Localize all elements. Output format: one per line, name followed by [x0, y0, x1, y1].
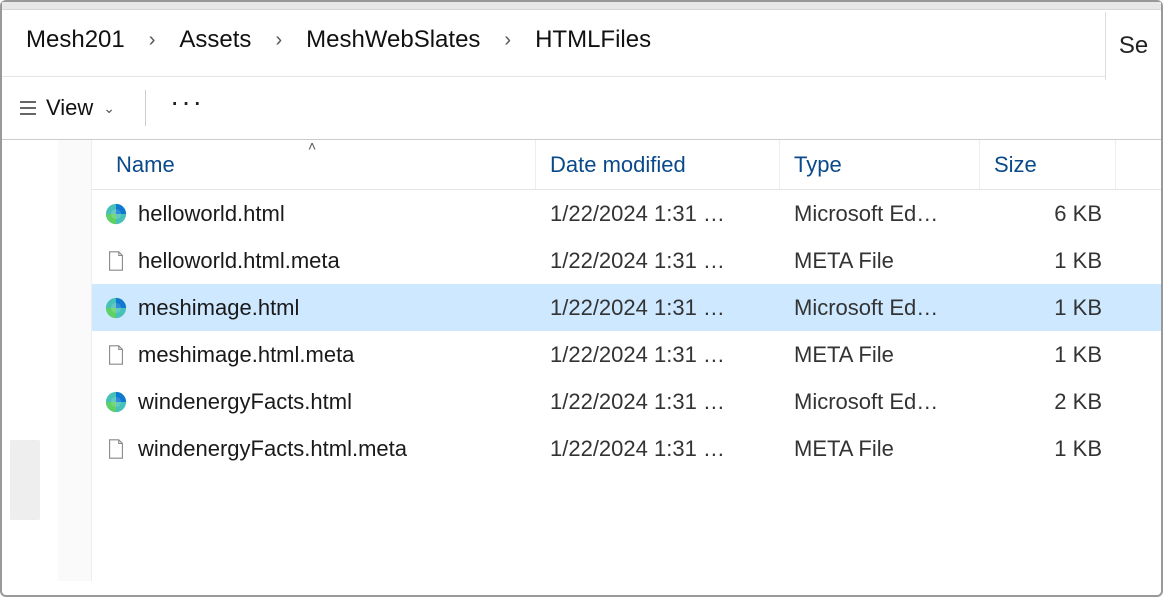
column-header-name[interactable]: Name ˄	[92, 140, 536, 189]
table-row[interactable]: windenergyFacts.html.meta 1/22/2024 1:31 …	[92, 425, 1161, 472]
cell-date: 1/22/2024 1:31 …	[536, 389, 780, 415]
file-name: windenergyFacts.html.meta	[138, 436, 407, 462]
cell-date: 1/22/2024 1:31 …	[536, 295, 780, 321]
table-row[interactable]: windenergyFacts.html 1/22/2024 1:31 …Micr…	[92, 378, 1161, 425]
cell-date: 1/22/2024 1:31 …	[536, 201, 780, 227]
cell-name: windenergyFacts.html	[92, 389, 536, 415]
cell-size: 1 KB	[980, 342, 1116, 368]
column-header-size[interactable]: Size	[980, 140, 1116, 189]
blank-file-icon	[104, 249, 128, 273]
breadcrumb-item-0[interactable]: Mesh201	[16, 22, 135, 58]
left-gutter	[2, 140, 58, 581]
file-rows: helloworld.html1/22/2024 1:31 …Microsoft…	[92, 190, 1161, 472]
column-header-date[interactable]: Date modified	[536, 140, 780, 189]
cell-date: 1/22/2024 1:31 …	[536, 342, 780, 368]
edge-browser-icon	[104, 390, 128, 414]
column-header-date-label: Date modified	[550, 152, 686, 178]
toolbar: View ⌄ ···	[2, 76, 1161, 140]
column-header-type-label: Type	[794, 152, 842, 178]
file-name: helloworld.html	[138, 201, 285, 227]
blank-file-icon	[104, 437, 128, 461]
file-explorer-main: Name ˄ Date modified Type Size helloworl…	[2, 140, 1161, 581]
cell-size: 2 KB	[980, 389, 1116, 415]
edge-browser-icon	[104, 296, 128, 320]
breadcrumb: Mesh201 › Assets › MeshWebSlates › HTMLF…	[2, 10, 1161, 76]
cell-type: Microsoft Ed…	[780, 389, 980, 415]
file-name: meshimage.html.meta	[138, 342, 354, 368]
cell-type: META File	[780, 248, 980, 274]
cell-name: helloworld.html.meta	[92, 248, 536, 274]
view-label: View	[46, 95, 93, 121]
cell-type: META File	[780, 436, 980, 462]
cell-name: helloworld.html	[92, 201, 536, 227]
cell-name: meshimage.html.meta	[92, 342, 536, 368]
column-header-type[interactable]: Type	[780, 140, 980, 189]
table-row[interactable]: meshimage.html.meta 1/22/2024 1:31 …META …	[92, 331, 1161, 378]
cell-size: 1 KB	[980, 436, 1116, 462]
cell-date: 1/22/2024 1:31 …	[536, 248, 780, 274]
chevron-right-icon: ›	[265, 29, 292, 52]
search-input[interactable]: Se	[1105, 12, 1161, 80]
scrollbar[interactable]	[10, 440, 40, 520]
cell-date: 1/22/2024 1:31 …	[536, 436, 780, 462]
blank-file-icon	[104, 343, 128, 367]
cell-name: windenergyFacts.html.meta	[92, 436, 536, 462]
sort-ascending-icon: ˄	[308, 140, 316, 154]
table-row[interactable]: helloworld.html 1/22/2024 1:31 …Microsoft…	[92, 190, 1161, 237]
window-top-strip	[2, 2, 1161, 10]
chevron-down-icon: ⌄	[103, 100, 115, 117]
cell-type: Microsoft Ed…	[780, 295, 980, 321]
column-header-name-label: Name	[116, 152, 175, 178]
cell-name: meshimage.html	[92, 295, 536, 321]
edge-browser-icon	[104, 202, 128, 226]
cell-size: 1 KB	[980, 295, 1116, 321]
breadcrumb-item-3[interactable]: HTMLFiles	[525, 22, 661, 58]
file-name: helloworld.html.meta	[138, 248, 340, 274]
chevron-right-icon: ›	[139, 29, 166, 52]
breadcrumb-item-1[interactable]: Assets	[169, 22, 261, 58]
file-name: meshimage.html	[138, 295, 299, 321]
cell-type: Microsoft Ed…	[780, 201, 980, 227]
cell-size: 1 KB	[980, 248, 1116, 274]
cell-size: 6 KB	[980, 201, 1116, 227]
search-partial-text: Se	[1119, 32, 1148, 60]
column-header-size-label: Size	[994, 152, 1037, 178]
breadcrumb-item-2[interactable]: MeshWebSlates	[296, 22, 490, 58]
file-name: windenergyFacts.html	[138, 389, 352, 415]
list-view-icon	[18, 98, 38, 118]
chevron-right-icon: ›	[494, 29, 521, 52]
table-row[interactable]: helloworld.html.meta 1/22/2024 1:31 …META…	[92, 237, 1161, 284]
more-button[interactable]: ···	[160, 97, 214, 107]
toolbar-divider	[145, 90, 146, 126]
column-headers: Name ˄ Date modified Type Size	[92, 140, 1161, 190]
nav-splitter[interactable]	[58, 140, 92, 581]
cell-type: META File	[780, 342, 980, 368]
table-row[interactable]: meshimage.html 1/22/2024 1:31 …Microsoft …	[92, 284, 1161, 331]
view-button[interactable]: View ⌄	[12, 89, 131, 127]
file-list-pane: Name ˄ Date modified Type Size helloworl…	[92, 140, 1161, 581]
